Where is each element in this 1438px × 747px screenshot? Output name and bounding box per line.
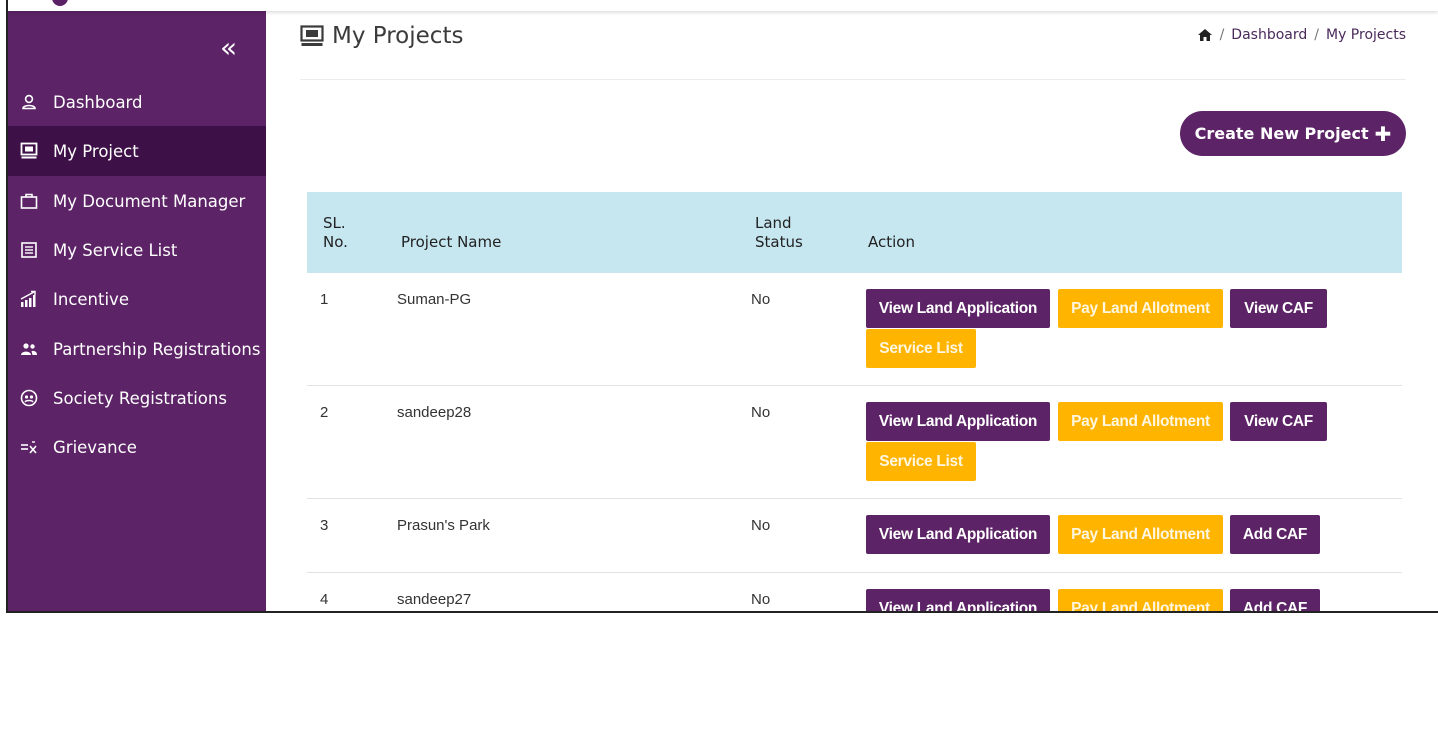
sidebar-item-my-project[interactable]: My Project [8, 126, 266, 176]
pay-land-allotment-button[interactable]: Pay Land Allotment [1058, 402, 1223, 441]
project-name-cell: Suman-PG [397, 291, 472, 308]
create-button-label: Create New Project [1194, 124, 1369, 143]
table-row: 2 sandeep28 No View Land Application Pay… [307, 386, 1402, 499]
growth-chart-icon [18, 289, 40, 309]
grievance-icon [18, 437, 40, 457]
project-name-cell: sandeep27 [397, 591, 472, 608]
sidebar-item-label: Society Registrations [53, 388, 227, 408]
header-text: Land [755, 214, 792, 232]
main-content: My Projects / Dashboard / My Projects Cr… [266, 11, 1438, 611]
sidebar-item-my-service-list[interactable]: My Service List [8, 225, 266, 275]
column-header-sl-no: SL. No. [323, 214, 348, 252]
sidebar-item-grievance[interactable]: Grievance [8, 422, 266, 472]
view-land-application-button[interactable]: View Land Application [866, 515, 1050, 554]
land-status-cell: No [751, 517, 771, 534]
breadcrumb-dashboard-link[interactable]: Dashboard [1231, 27, 1307, 43]
sidebar-item-partnership-registrations[interactable]: Partnership Registrations [8, 324, 266, 374]
sidebar-item-dashboard[interactable]: Dashboard [8, 77, 266, 127]
view-land-application-button[interactable]: View Land Application [866, 589, 1050, 611]
page-title: My Projects [332, 23, 464, 49]
breadcrumb-separator: / [1314, 27, 1319, 43]
screen-icon [300, 25, 324, 46]
header-divider [300, 79, 1406, 80]
sl-no-cell: 2 [320, 404, 329, 421]
view-caf-button[interactable]: View CAF [1230, 289, 1327, 328]
breadcrumb-current: My Projects [1325, 27, 1406, 43]
sidebar-item-label: My Service List [53, 240, 178, 260]
table-row: 3 Prasun's Park No View Land Application… [307, 499, 1402, 573]
sidebar-item-incentive[interactable]: Incentive [8, 274, 266, 324]
app-logo [52, 0, 68, 6]
project-name-cell: Prasun's Park [397, 517, 490, 534]
sidebar-item-label: Dashboard [53, 92, 143, 112]
double-chevron-left-icon[interactable]: « [220, 33, 237, 63]
table-header: SL. No. Project Name Land Status Action [307, 192, 1402, 273]
plus-icon: ✚ [1374, 121, 1392, 146]
projects-table: SL. No. Project Name Land Status Action … [307, 192, 1402, 611]
top-bar [8, 0, 1438, 11]
add-caf-button[interactable]: Add CAF [1230, 515, 1320, 554]
sidebar-item-label: Partnership Registrations [53, 339, 261, 359]
sidebar-item-my-document-manager[interactable]: My Document Manager [8, 176, 266, 226]
pay-land-allotment-button[interactable]: Pay Land Allotment [1058, 589, 1223, 611]
sl-no-cell: 3 [320, 517, 329, 534]
briefcase-icon [18, 191, 40, 211]
header-text: No. [323, 233, 348, 251]
create-new-project-button[interactable]: Create New Project ✚ [1180, 111, 1406, 156]
view-land-application-button[interactable]: View Land Application [866, 402, 1050, 441]
society-icon [18, 388, 40, 408]
column-header-land-status: Land Status [755, 214, 803, 252]
sidebar-item-label: My Document Manager [53, 191, 246, 211]
column-header-project-name: Project Name [401, 233, 502, 251]
project-name-cell: sandeep28 [397, 404, 472, 421]
land-status-cell: No [751, 404, 771, 421]
sidebar-item-label: Incentive [53, 289, 129, 309]
home-icon[interactable] [1197, 28, 1213, 42]
sl-no-cell: 4 [320, 591, 329, 608]
sl-no-cell: 1 [320, 291, 329, 308]
column-header-action: Action [868, 233, 915, 251]
land-status-cell: No [751, 291, 771, 308]
sidebar-item-label: My Project [53, 141, 139, 161]
screen-icon [18, 141, 40, 161]
land-status-cell: No [751, 591, 771, 608]
list-icon [18, 240, 40, 260]
service-list-button[interactable]: Service List [866, 329, 976, 368]
header-text: SL. [323, 214, 346, 232]
user-icon [18, 92, 40, 112]
table-row: 1 Suman-PG No View Land Application Pay … [307, 273, 1402, 386]
view-caf-button[interactable]: View CAF [1230, 402, 1327, 441]
view-land-application-button[interactable]: View Land Application [866, 289, 1050, 328]
breadcrumb: / Dashboard / My Projects [1197, 27, 1406, 43]
pay-land-allotment-button[interactable]: Pay Land Allotment [1058, 515, 1223, 554]
service-list-button[interactable]: Service List [866, 442, 976, 481]
sidebar-item-society-registrations[interactable]: Society Registrations [8, 373, 266, 423]
group-icon [18, 339, 40, 359]
add-caf-button[interactable]: Add CAF [1230, 589, 1320, 611]
pay-land-allotment-button[interactable]: Pay Land Allotment [1058, 289, 1223, 328]
header-text: Status [755, 233, 803, 251]
sidebar-item-label: Grievance [53, 437, 137, 457]
table-row: 4 sandeep27 No View Land Application Pay… [307, 573, 1402, 611]
app-window: « Dashboard My Project My Document Manag… [6, 0, 1438, 613]
breadcrumb-separator: / [1219, 27, 1225, 43]
page-header: My Projects [300, 23, 463, 49]
sidebar: « Dashboard My Project My Document Manag… [8, 11, 266, 611]
